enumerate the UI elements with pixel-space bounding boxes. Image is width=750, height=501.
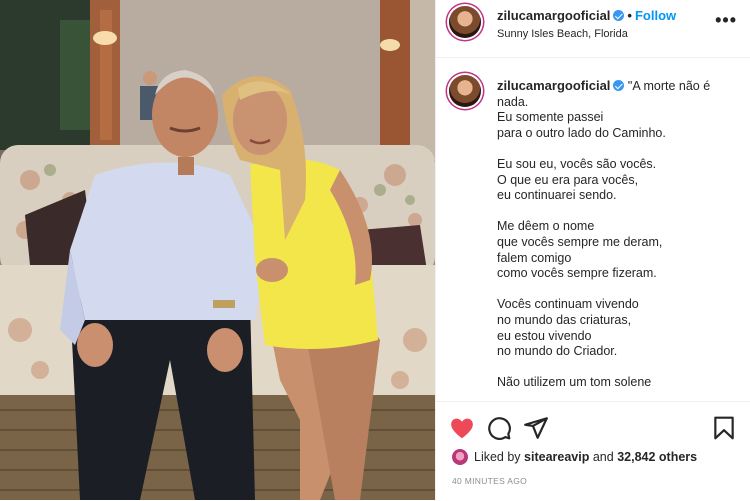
author-username[interactable]: zilucamargooficial — [497, 8, 610, 23]
caption-body: nada. Eu somente passei para o outro lado … — [497, 95, 742, 391]
caption-line: falem comigo — [497, 250, 572, 265]
caption-first-line: zilucamargooficial "A morte não é — [497, 78, 742, 95]
caption-avatar[interactable] — [449, 75, 481, 107]
follow-button[interactable]: Follow — [635, 8, 676, 23]
share-icon[interactable] — [523, 415, 549, 441]
likes-user[interactable]: siteareavip — [524, 450, 589, 464]
liker-avatar[interactable] — [452, 449, 468, 465]
caption-line: no mundo das criaturas, — [497, 312, 632, 327]
post-side-panel: zilucamargooficial • Follow Sunny Isles Be… — [435, 0, 750, 500]
post-timestamp[interactable]: 40 MINUTES AGO — [452, 476, 527, 486]
photo-illustration — [0, 0, 435, 500]
caption-line: que vocês sempre me deram, — [497, 234, 663, 249]
caption-area: zilucamargooficial "A morte não é nada. E… — [436, 58, 750, 401]
caption-username[interactable]: zilucamargooficial — [497, 78, 610, 93]
bookmark-icon[interactable] — [711, 415, 737, 441]
verified-badge-icon — [613, 10, 625, 21]
caption-line: Me dêem o nome — [497, 219, 595, 234]
comment-icon[interactable] — [486, 415, 512, 441]
caption-line: para o outro lado do Caminho. — [497, 125, 666, 140]
caption-line: nada. — [497, 94, 529, 109]
caption-line: como vocês sempre fizeram. — [497, 266, 657, 281]
separator-dot: • — [627, 8, 632, 23]
instagram-post-view: zilucamargooficial • Follow Sunny Isles Be… — [0, 0, 750, 500]
caption-line: Vocês continuam vivendo — [497, 297, 639, 312]
verified-badge-icon — [613, 80, 625, 91]
likes-connector: and — [592, 450, 614, 464]
caption-line: Não utilizem um tom solene — [497, 375, 652, 390]
post-actions: Liked by siteareavip and 32,842 others 4… — [436, 401, 750, 501]
post-photo[interactable] — [0, 0, 435, 500]
post-location[interactable]: Sunny Isles Beach, Florida — [497, 28, 628, 40]
caption-gap — [497, 282, 742, 298]
likes-count[interactable]: 32,842 others — [617, 450, 697, 464]
heart-icon[interactable] — [449, 415, 475, 441]
author-avatar[interactable] — [449, 6, 481, 38]
caption-gap — [497, 141, 742, 157]
caption-line: no mundo do Criador. — [497, 344, 618, 359]
caption-line: O que eu era para vocês, — [497, 172, 639, 187]
caption-line: eu estou vivendo — [497, 328, 592, 343]
caption-line: Eu sou eu, vocês são vocês. — [497, 156, 657, 171]
caption-line: eu continuarei sendo. — [497, 188, 617, 203]
caption-gap — [497, 360, 742, 376]
caption-text-start: "A morte não é — [627, 79, 711, 93]
more-options-icon[interactable]: ••• — [715, 10, 737, 31]
caption-gap — [497, 204, 742, 220]
post-caption: zilucamargooficial "A morte não é nada. E… — [497, 78, 742, 391]
post-header: zilucamargooficial • Follow Sunny Isles Be… — [436, 0, 750, 58]
likes-prefix: Liked by — [474, 450, 521, 464]
caption-line: Eu somente passei — [497, 110, 604, 125]
likes-summary: Liked by siteareavip and 32,842 others — [452, 449, 697, 465]
author-line: zilucamargooficial • Follow — [497, 8, 676, 23]
